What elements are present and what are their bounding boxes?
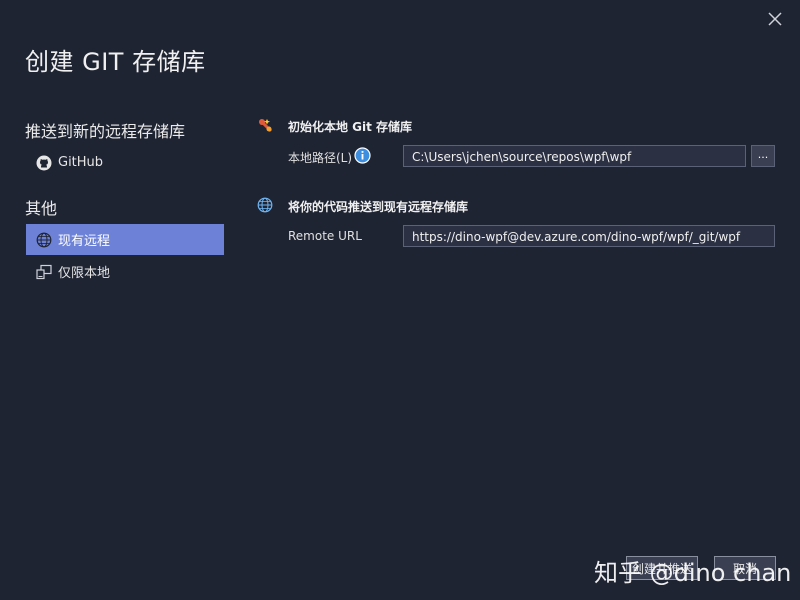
local-path-input[interactable]: C:\Users\jchen\source\repos\wpf\wpf xyxy=(403,145,746,167)
globe-icon xyxy=(257,197,273,217)
close-button[interactable] xyxy=(766,10,784,28)
sidebar-item-label: 现有远程 xyxy=(58,234,111,249)
dialog-title: 创建 GIT 存储库 xyxy=(25,48,206,76)
sidebar-item-github[interactable]: GitHub xyxy=(26,147,224,178)
github-icon xyxy=(36,155,52,171)
globe-icon xyxy=(36,232,52,248)
close-icon xyxy=(768,12,782,26)
push-section-title: 将你的代码推送到现有远程存储库 xyxy=(288,200,469,214)
init-section-title: 初始化本地 Git 存储库 xyxy=(288,120,413,134)
remote-url-input[interactable]: https://dino-wpf@dev.azure.com/dino-wpf/… xyxy=(403,225,775,247)
watermark-text: 知乎 @dino chan xyxy=(594,559,792,587)
sidebar-item-label: 仅限本地 xyxy=(58,266,111,281)
computer-icon xyxy=(36,264,52,280)
push-new-heading: 推送到新的远程存储库 xyxy=(25,122,186,141)
browse-button[interactable]: ... xyxy=(751,145,775,167)
sidebar-item-label: GitHub xyxy=(58,155,104,170)
sidebar-item-existing-remote[interactable]: 现有远程 xyxy=(26,224,224,255)
other-heading: 其他 xyxy=(25,199,58,218)
sidebar-item-local-only[interactable]: 仅限本地 xyxy=(26,256,224,287)
info-icon[interactable] xyxy=(354,147,371,168)
local-path-label: 本地路径(L) xyxy=(288,151,353,165)
git-init-icon xyxy=(257,117,275,139)
remote-url-label: Remote URL xyxy=(288,229,362,243)
